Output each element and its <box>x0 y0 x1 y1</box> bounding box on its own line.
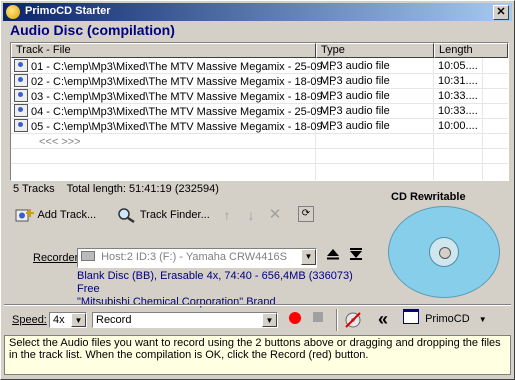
magnifier-icon <box>118 208 135 224</box>
speed-value: 4x <box>53 314 65 326</box>
table-row[interactable]: 05 - C:\emp\Mp3\Mixed\The MTV Massive Me… <box>11 119 508 134</box>
track-length: 10:31.... <box>438 75 478 87</box>
load-tray-icon[interactable] <box>347 248 365 266</box>
chevron-down-icon[interactable]: ▼ <box>262 313 277 327</box>
speed-label: Speed: <box>12 314 47 326</box>
window-title: PrimoCD Starter <box>25 5 111 17</box>
table-row[interactable]: 02 - C:\emp\Mp3\Mixed\The MTV Massive Me… <box>11 74 508 89</box>
table-row[interactable]: 03 - C:\emp\Mp3\Mixed\The MTV Massive Me… <box>11 89 508 104</box>
track-file: 01 - C:\emp\Mp3\Mixed\The MTV Massive Me… <box>31 61 336 73</box>
column-header-length[interactable]: Length <box>434 43 508 58</box>
remove-track-icon[interactable]: ✕ <box>266 206 284 224</box>
collapse-icon[interactable]: « <box>374 310 392 328</box>
primocd-menu-button[interactable]: PrimoCD ▼ <box>403 309 493 329</box>
track-finder-label: Track Finder... <box>139 209 210 221</box>
chevron-down-icon[interactable]: ▼ <box>71 313 86 327</box>
refresh-icon[interactable]: ⟳ <box>298 206 314 222</box>
chevron-down-icon[interactable]: ▼ <box>301 249 316 265</box>
close-button[interactable]: ✕ <box>493 5 509 20</box>
toolbar-separator <box>336 309 338 331</box>
record-button[interactable] <box>286 311 304 329</box>
track-file: 05 - C:\emp\Mp3\Mixed\The MTV Massive Me… <box>31 121 336 133</box>
eject-icon[interactable] <box>324 248 342 266</box>
recorder-label: Recorder: <box>33 252 82 264</box>
track-count: 5 Tracks <box>13 183 55 195</box>
speed-select[interactable]: 4x ▼ <box>49 312 87 328</box>
disc-type-label: CD Rewritable <box>391 191 466 203</box>
track-length: 10:05.... <box>438 60 478 72</box>
dropdown-arrow-icon: ▼ <box>478 315 487 324</box>
move-up-icon[interactable]: ↑ <box>218 206 236 224</box>
audio-track-icon <box>14 104 28 117</box>
recorder-value: Host:2 ID:3 (F:) - Yamaha CRW4416S <box>101 251 287 263</box>
track-file: 04 - C:\emp\Mp3\Mixed\The MTV Massive Me… <box>31 106 336 118</box>
track-type: MP3 audio file <box>320 90 390 102</box>
compilation-summary: 5 Tracks Total length: 51:41:19 (232594) <box>13 183 219 195</box>
add-track-label: Add Track... <box>37 209 97 221</box>
disc-info-line-1: Blank Disc (BB), Erasable 4x, 74:40 - 65… <box>77 270 353 295</box>
cd-disc-icon <box>388 206 500 298</box>
table-row[interactable]: 04 - C:\emp\Mp3\Mixed\The MTV Massive Me… <box>11 104 508 119</box>
main-window: PrimoCD Starter ✕ Audio Disc (compilatio… <box>0 0 515 380</box>
table-row[interactable]: 01 - C:\emp\Mp3\Mixed\The MTV Massive Me… <box>11 59 508 74</box>
app-icon <box>6 5 20 19</box>
mode-select[interactable]: Record ▼ <box>92 312 278 328</box>
recorder-select[interactable]: Host:2 ID:3 (F:) - Yamaha CRW4416S ▼ <box>77 248 317 268</box>
track-length: 10:00.... <box>438 120 478 132</box>
track-finder-button[interactable]: Track Finder... <box>117 205 210 225</box>
disc-erase-icon[interactable] <box>344 311 362 329</box>
column-header-type[interactable]: Type <box>316 43 434 58</box>
track-file: 03 - C:\emp\Mp3\Mixed\The MTV Massive Me… <box>31 91 336 103</box>
title-bar[interactable]: PrimoCD Starter ✕ <box>3 3 512 21</box>
total-length: Total length: 51:41:19 (232594) <box>66 183 219 195</box>
track-type: MP3 audio file <box>320 75 390 87</box>
track-length: 10:33.... <box>438 105 478 117</box>
disc-info-line-2: "Mitsubishi Chemical Corporation" Brand <box>77 296 276 308</box>
divider <box>4 304 511 306</box>
list-placeholder: <<< >>> <box>39 136 81 148</box>
status-hint: Select the Audio files you want to recor… <box>4 335 511 375</box>
audio-track-icon <box>14 119 28 132</box>
audio-track-icon <box>14 89 28 102</box>
move-down-icon[interactable]: ↓ <box>242 206 260 224</box>
mode-value: Record <box>96 314 132 326</box>
track-type: MP3 audio file <box>320 105 390 117</box>
window-icon <box>403 309 419 324</box>
track-file: 02 - C:\emp\Mp3\Mixed\The MTV Massive Me… <box>31 76 336 88</box>
drive-icon <box>81 251 95 261</box>
column-header-file[interactable]: Track - File <box>11 43 316 58</box>
audio-track-icon <box>14 59 28 72</box>
track-type: MP3 audio file <box>320 120 390 132</box>
page-title: Audio Disc (compilation) <box>10 22 175 38</box>
track-list[interactable]: Track - File Type Length 01 - C:\emp\Mp3… <box>10 42 509 181</box>
track-type: MP3 audio file <box>320 60 390 72</box>
add-track-icon <box>15 209 34 222</box>
track-length: 10:33.... <box>438 90 478 102</box>
audio-track-icon <box>14 74 28 87</box>
add-track-button[interactable]: Add Track... <box>15 205 96 225</box>
stop-button[interactable] <box>309 311 327 329</box>
primocd-menu-label: PrimoCD <box>425 313 470 325</box>
